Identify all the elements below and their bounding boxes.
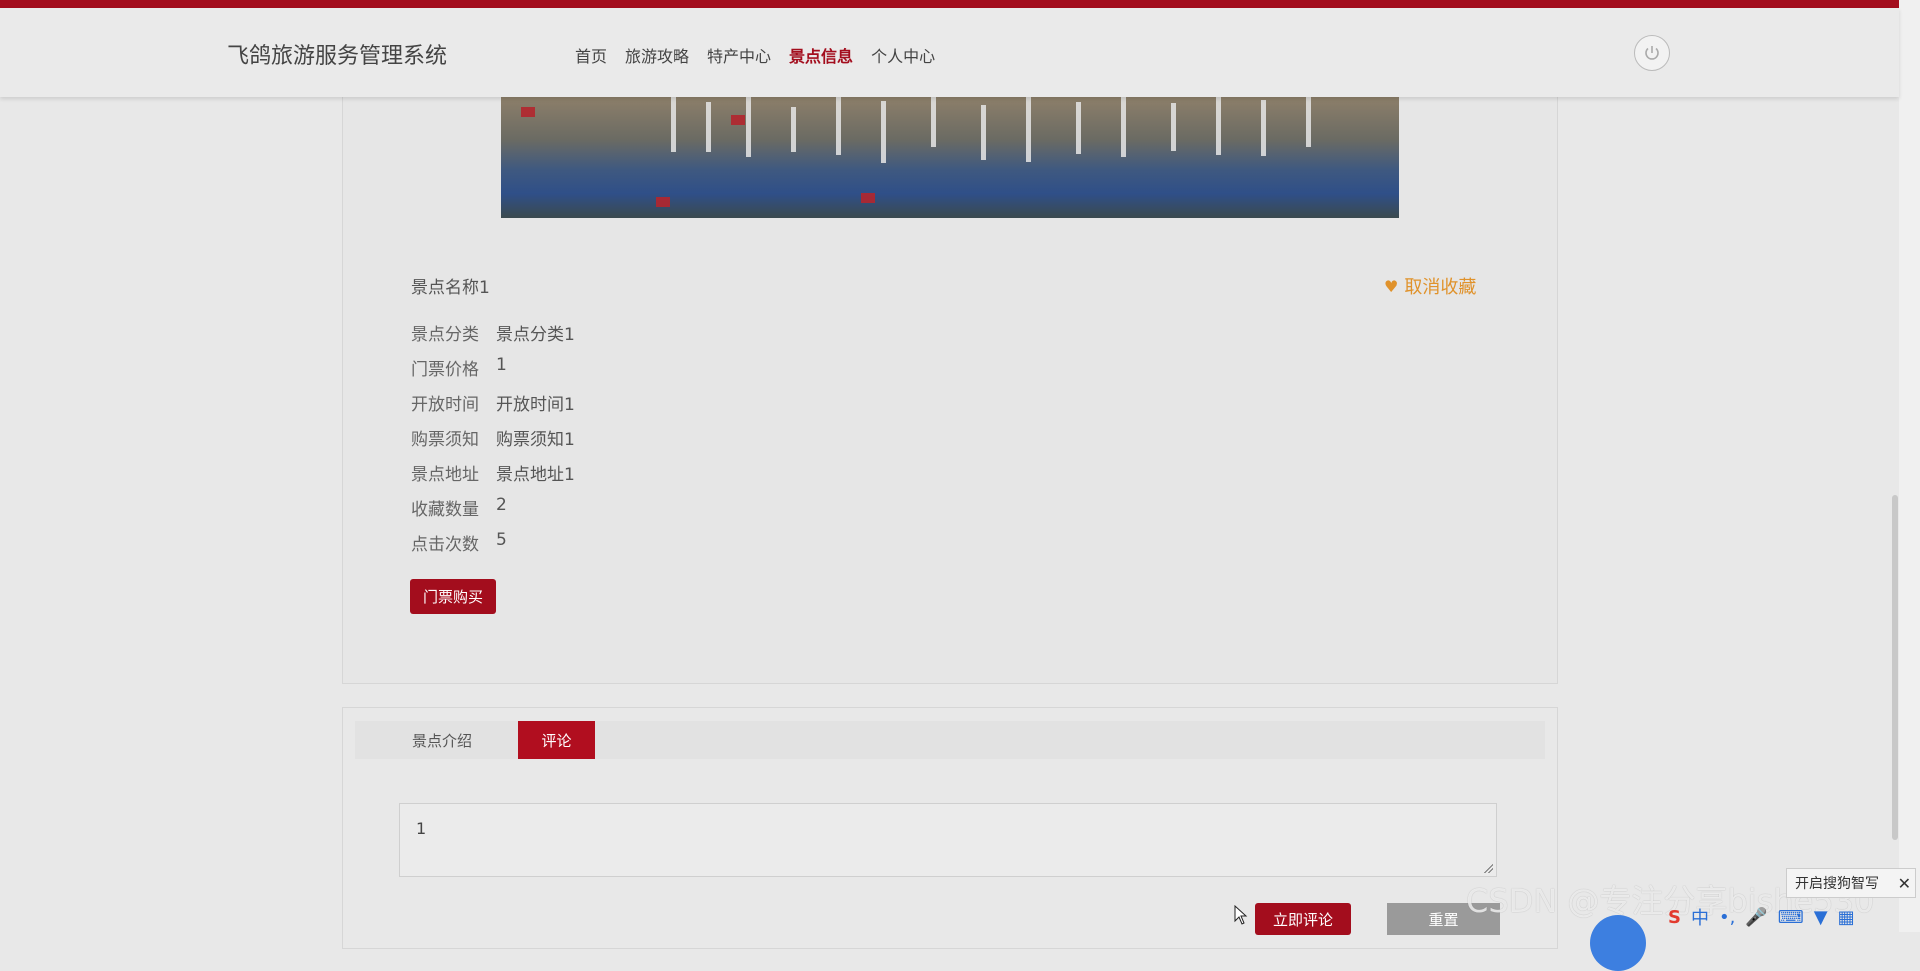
ime-tip-text: 开启搜狗智写 [1795, 876, 1879, 892]
info-row-favorite-count: 收藏数量 2 [411, 495, 575, 530]
comment-text: 1 [416, 819, 427, 838]
ime-language-status[interactable]: 中 [1691, 904, 1709, 930]
tab-introduction[interactable]: 景点介绍 [380, 721, 504, 759]
nav-travel-guides[interactable]: 旅游攻略 [625, 43, 689, 67]
info-row-click-count: 点击次数 5 [411, 530, 575, 565]
attraction-photo [501, 97, 1399, 218]
floating-assistant-icon[interactable] [1590, 915, 1646, 971]
info-value: 2 [496, 495, 507, 515]
nav-personal-center[interactable]: 个人中心 [871, 43, 935, 67]
info-value: 景点地址1 [496, 465, 575, 485]
punctuation-icon[interactable]: •, [1719, 907, 1735, 928]
info-row-category: 景点分类 景点分类1 [411, 320, 575, 355]
info-label: 点击次数 [411, 535, 479, 555]
top-navbar: 飞鸽旅游服务管理系统 首页 旅游攻略 特产中心 景点信息 个人中心 [0, 8, 1899, 97]
mouse-cursor-icon [1234, 905, 1248, 925]
nav-specialty-center[interactable]: 特产中心 [707, 43, 771, 67]
info-value: 1 [496, 355, 507, 375]
info-label: 开放时间 [411, 395, 479, 415]
info-value: 5 [496, 530, 507, 550]
info-row-opening-time: 开放时间 开放时间1 [411, 390, 575, 425]
info-value: 开放时间1 [496, 395, 575, 415]
info-value: 景点分类1 [496, 325, 575, 345]
main-nav: 首页 旅游攻略 特产中心 景点信息 个人中心 [575, 43, 953, 67]
info-row-ticket-notice: 购票须知 购票须知1 [411, 425, 575, 460]
unfavorite-label: 取消收藏 [1404, 277, 1477, 298]
nav-attractions[interactable]: 景点信息 [789, 43, 853, 67]
keyboard-icon[interactable]: ⌨ [1778, 907, 1804, 928]
info-label: 收藏数量 [411, 500, 479, 520]
page-scrollbar[interactable] [1899, 0, 1920, 932]
attraction-name: 景点名称1 [411, 278, 490, 298]
ime-toolbar: S 中 •, 🎤 ⌨ ▼ ▦ [1668, 902, 1855, 932]
info-row-price: 门票价格 1 [411, 355, 575, 390]
info-label: 景点分类 [411, 325, 479, 345]
unfavorite-button[interactable]: ♥ 取消收藏 [1384, 273, 1476, 299]
info-label: 门票价格 [411, 360, 479, 380]
submit-comment-button[interactable]: 立即评论 [1255, 903, 1351, 935]
site-title: 飞鸽旅游服务管理系统 [227, 44, 448, 69]
ime-smart-write-tip: 开启搜狗智写 ✕ [1786, 868, 1916, 898]
skin-icon[interactable]: ▼ [1814, 907, 1828, 928]
close-icon[interactable]: ✕ [1898, 874, 1911, 893]
tab-comments[interactable]: 评论 [518, 721, 595, 759]
top-accent-line [0, 0, 1920, 8]
info-label: 景点地址 [411, 465, 479, 485]
nav-home[interactable]: 首页 [575, 43, 607, 67]
microphone-icon[interactable]: 🎤 [1745, 907, 1767, 928]
sogou-logo-icon[interactable]: S [1668, 907, 1681, 928]
attraction-info-list: 景点分类 景点分类1 门票价格 1 开放时间 开放时间1 购票须知 购票须知1 … [411, 320, 575, 565]
info-value: 购票须知1 [496, 430, 575, 450]
info-label: 购票须知 [411, 430, 479, 450]
power-icon [1645, 46, 1659, 60]
buy-ticket-button[interactable]: 门票购买 [410, 579, 496, 614]
resize-handle[interactable] [1483, 863, 1493, 873]
info-row-address: 景点地址 景点地址1 [411, 460, 575, 495]
comment-input[interactable]: 1 [399, 803, 1497, 877]
toolbox-icon[interactable]: ▦ [1838, 907, 1855, 928]
scrollbar-thumb[interactable] [1892, 495, 1898, 840]
heart-icon: ♥ [1384, 276, 1399, 296]
logout-button[interactable] [1634, 35, 1670, 71]
